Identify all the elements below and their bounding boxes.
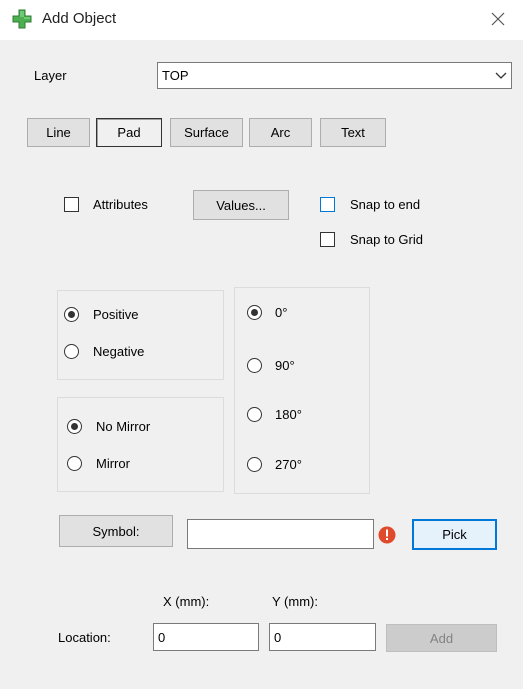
symbol-button[interactable]: Symbol: [59,515,173,547]
tab-arc[interactable]: Arc [249,118,312,147]
chevron-down-icon [495,68,507,83]
green-plus-icon [12,9,32,29]
rotation-180-radio[interactable] [247,407,262,422]
tab-surface[interactable]: Surface [170,118,243,147]
rotation-180-label: 180° [275,407,302,422]
negative-label: Negative [93,344,145,359]
snap-to-end-checkbox[interactable] [320,197,335,212]
rotation-0-label: 0° [275,305,288,320]
mirror-group [57,397,224,492]
rotation-90-label: 90° [275,358,295,373]
rotation-90-radio[interactable] [247,358,262,373]
close-icon [491,12,505,29]
add-button[interactable]: Add [386,624,497,652]
y-input[interactable]: 0 [269,623,376,651]
symbol-input[interactable] [187,519,374,549]
positive-label: Positive [93,307,139,322]
mirror-radio[interactable] [67,456,82,471]
no-mirror-radio[interactable] [67,419,82,434]
tab-pad[interactable]: Pad [96,118,162,147]
layer-value: TOP [162,68,189,83]
y-header: Y (mm): [272,594,318,609]
layer-label: Layer [34,68,67,83]
values-button[interactable]: Values... [193,190,289,220]
mirror-label: Mirror [96,456,130,471]
snap-to-grid-checkbox[interactable] [320,232,335,247]
rotation-0-radio[interactable] [247,305,262,320]
tab-line[interactable]: Line [27,118,90,147]
close-button[interactable] [480,5,516,35]
no-mirror-label: No Mirror [96,419,151,434]
window-title: Add Object [42,10,117,27]
polarity-group [57,290,224,380]
location-label: Location: [58,630,111,645]
rotation-270-radio[interactable] [247,457,262,472]
snap-to-end-label: Snap to end [350,197,421,212]
error-icon [378,526,396,544]
pick-button[interactable]: Pick [412,519,497,550]
rotation-270-label: 270° [275,457,302,472]
attributes-label: Attributes [93,197,148,212]
attributes-checkbox[interactable] [64,197,79,212]
negative-radio[interactable] [64,344,79,359]
snap-to-grid-label: Snap to Grid [350,232,423,247]
tab-text[interactable]: Text [320,118,386,147]
layer-select[interactable]: TOP [157,62,512,89]
x-header: X (mm): [163,594,210,609]
positive-radio[interactable] [64,307,79,322]
x-input[interactable]: 0 [153,623,259,651]
